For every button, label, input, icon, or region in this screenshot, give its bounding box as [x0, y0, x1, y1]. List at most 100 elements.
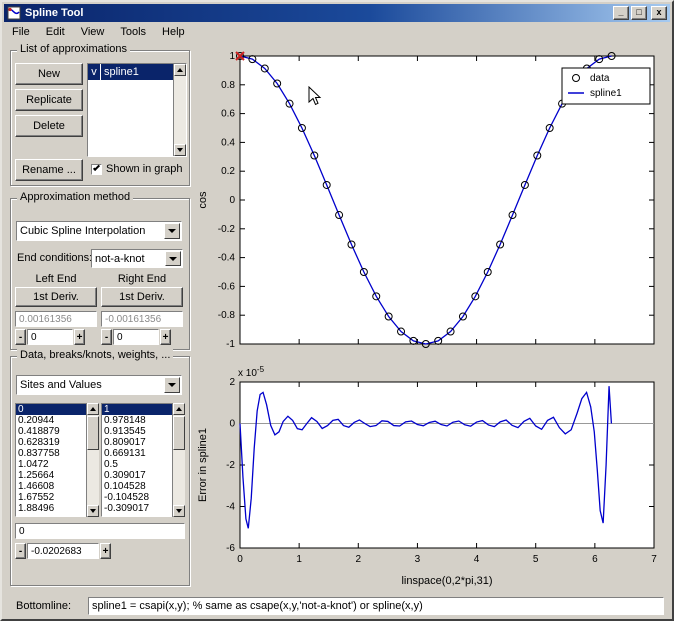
- menu-file[interactable]: File: [4, 23, 38, 41]
- check-icon: [92, 163, 101, 172]
- svg-text:-0.2: -0.2: [218, 224, 236, 235]
- right-spin-minus-button[interactable]: -: [101, 329, 112, 345]
- approximations-list-scrollbar[interactable]: [173, 64, 186, 156]
- svg-text:-2: -2: [226, 460, 235, 471]
- svg-text:data: data: [590, 73, 610, 84]
- right-spin-field[interactable]: [113, 329, 159, 345]
- method-group: Approximation method Cubic Spline Interp…: [10, 191, 190, 350]
- rename-button[interactable]: Rename ...: [15, 159, 83, 181]
- svg-text:-0.4: -0.4: [218, 253, 236, 264]
- data-group-label: Data, breaks/knots, weights, ...: [17, 349, 174, 361]
- scrollbar-thumb[interactable]: [87, 416, 99, 450]
- error-chart[interactable]: 0 1 2 3 4 5 6 7 -6 -4 -2 0 2 Error in spline1 linspace…: [194, 362, 672, 590]
- title-bar[interactable]: Spline Tool _ □ x: [4, 4, 670, 22]
- svg-text:spline1: spline1: [590, 88, 622, 99]
- bottomline-label: Bottomline:: [16, 600, 72, 612]
- approximations-group: List of approximations New Replicate Del…: [10, 43, 190, 186]
- right-deriv-value-field[interactable]: [101, 311, 183, 327]
- replicate-button[interactable]: Replicate: [15, 89, 83, 111]
- shown-in-graph-label: Shown in graph: [106, 163, 183, 175]
- svg-text:1: 1: [296, 554, 302, 565]
- svg-text:4: 4: [474, 554, 480, 565]
- left-deriv-button[interactable]: 1st Deriv.: [15, 287, 97, 307]
- svg-text:2: 2: [229, 377, 235, 388]
- data-spin-minus-button[interactable]: -: [15, 543, 26, 559]
- menu-help[interactable]: Help: [154, 23, 193, 41]
- svg-text:0.8: 0.8: [221, 80, 235, 91]
- approximations-listbox[interactable]: v spline1: [87, 63, 187, 157]
- svg-text:cos: cos: [197, 191, 209, 209]
- data-view-value: Sites and Values: [20, 379, 102, 391]
- method-select-value: Cubic Spline Interpolation: [20, 225, 146, 237]
- scroll-down-icon[interactable]: [173, 505, 185, 517]
- data-group: Data, breaks/knots, weights, ... Sites a…: [10, 349, 190, 586]
- chevron-down-icon[interactable]: [164, 377, 180, 393]
- svg-text:0.2: 0.2: [221, 166, 235, 177]
- left-spin-plus-button[interactable]: +: [74, 329, 85, 345]
- scroll-down-icon[interactable]: [87, 505, 99, 517]
- svg-text:1: 1: [229, 51, 235, 62]
- svg-text:0: 0: [229, 419, 235, 430]
- shown-in-graph-checkbox[interactable]: [91, 163, 102, 175]
- right-end-label: Right End: [117, 273, 167, 285]
- left-deriv-value-field[interactable]: [15, 311, 97, 327]
- method-group-label: Approximation method: [17, 191, 134, 203]
- scroll-up-icon[interactable]: [87, 403, 99, 415]
- sites-scrollbar[interactable]: [86, 403, 99, 517]
- svg-text:0.6: 0.6: [221, 109, 235, 120]
- svg-text:Error in spline1: Error in spline1: [197, 428, 209, 502]
- delete-button[interactable]: Delete: [15, 115, 83, 137]
- menu-view[interactable]: View: [73, 23, 113, 41]
- bottomline-code-field[interactable]: [88, 597, 664, 615]
- svg-text:-0.8: -0.8: [218, 310, 236, 321]
- app-icon: [7, 6, 21, 20]
- right-spin-plus-button[interactable]: +: [160, 329, 171, 345]
- data-view-select[interactable]: Sites and Values: [16, 375, 182, 395]
- approximations-group-label: List of approximations: [17, 43, 130, 55]
- svg-text:-1: -1: [226, 339, 235, 350]
- data-spin-plus-button[interactable]: +: [100, 543, 111, 559]
- end-conditions-value: not-a-knot: [95, 252, 145, 265]
- svg-text:7: 7: [651, 554, 657, 565]
- cos-spline-chart[interactable]: -1 -0.8 -0.6 -0.4 -0.2 0 0.2 0.4 0.6 0.8 1 cos data s…: [194, 46, 672, 360]
- chevron-down-icon[interactable]: [165, 251, 181, 266]
- method-select[interactable]: Cubic Spline Interpolation: [16, 221, 182, 241]
- close-button[interactable]: x: [651, 6, 667, 20]
- scroll-down-icon[interactable]: [174, 144, 186, 156]
- left-spin-field[interactable]: [27, 329, 73, 345]
- svg-text:0: 0: [229, 195, 235, 206]
- maximize-button[interactable]: □: [631, 6, 647, 20]
- menu-bar: File Edit View Tools Help: [4, 22, 670, 42]
- svg-text:-4: -4: [226, 502, 235, 513]
- new-button[interactable]: New: [15, 63, 83, 85]
- svg-text:-0.6: -0.6: [218, 281, 236, 292]
- mouse-cursor: [308, 86, 322, 106]
- spline-tool-window: Spline Tool _ □ x File Edit View Tools H…: [0, 0, 674, 621]
- window-title: Spline Tool: [25, 7, 84, 19]
- approximation-list-item[interactable]: v spline1: [88, 64, 186, 80]
- menu-tools[interactable]: Tools: [112, 23, 154, 41]
- end-conditions-label: End conditions:: [17, 252, 93, 264]
- data-edit-field[interactable]: [15, 523, 185, 539]
- scroll-up-icon[interactable]: [173, 403, 185, 415]
- left-spin-minus-button[interactable]: -: [15, 329, 26, 345]
- minimize-button[interactable]: _: [613, 6, 629, 20]
- svg-text:x 10-5: x 10-5: [238, 365, 265, 379]
- right-deriv-button[interactable]: 1st Deriv.: [101, 287, 183, 307]
- svg-text:-6: -6: [226, 543, 235, 554]
- scroll-up-icon[interactable]: [174, 64, 186, 76]
- svg-text:3: 3: [415, 554, 421, 565]
- svg-text:linspace(0,2*pi,31): linspace(0,2*pi,31): [401, 575, 492, 587]
- svg-text:2: 2: [356, 554, 362, 565]
- data-spin-field[interactable]: [27, 543, 99, 559]
- svg-text:0: 0: [237, 554, 243, 565]
- left-end-label: Left End: [35, 273, 77, 285]
- svg-text:6: 6: [592, 554, 598, 565]
- end-conditions-select[interactable]: not-a-knot: [91, 249, 183, 268]
- svg-text:0.4: 0.4: [221, 137, 235, 148]
- values-scrollbar[interactable]: [172, 403, 185, 517]
- scrollbar-thumb[interactable]: [173, 416, 185, 450]
- chevron-down-icon[interactable]: [164, 223, 180, 239]
- menu-edit[interactable]: Edit: [38, 23, 73, 41]
- svg-text:5: 5: [533, 554, 539, 565]
